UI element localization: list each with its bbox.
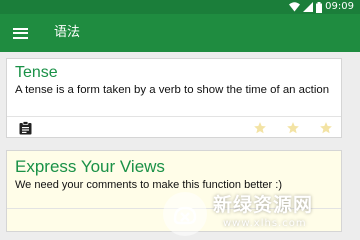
watermark-title: 新绿资源网: [213, 194, 314, 216]
status-time: 09:09: [325, 1, 354, 12]
signal-icon: [303, 2, 314, 12]
card-title: Express Your Views: [15, 157, 165, 176]
star-icon[interactable]: [319, 121, 333, 135]
status-bar: 09:09: [0, 0, 360, 14]
watermark-logo-icon: [163, 192, 207, 236]
status-icons: 09:09: [289, 1, 354, 13]
watermark-url: www.xlhs.com: [223, 218, 307, 229]
star-icon[interactable]: [286, 121, 300, 135]
star-icon[interactable]: [253, 121, 267, 135]
card-divider: [7, 116, 341, 117]
watermark: 新绿资源网 www.xlhs.com: [163, 192, 359, 236]
card-body: We need your comments to make this funct…: [15, 179, 282, 191]
menu-button[interactable]: [8, 21, 32, 45]
grammar-card-tense[interactable]: Tense A tense is a form taken by a verb …: [6, 58, 342, 138]
toolbar-title: 语法: [54, 25, 81, 40]
app-toolbar: 语法: [0, 14, 360, 52]
card-body: A tense is a form taken by a verb to sho…: [15, 84, 330, 96]
wifi-icon: [289, 2, 301, 12]
battery-icon: [316, 1, 323, 13]
card-title: Tense: [15, 64, 58, 81]
menu-icon: [12, 27, 28, 39]
clipboard-icon[interactable]: [19, 121, 32, 135]
